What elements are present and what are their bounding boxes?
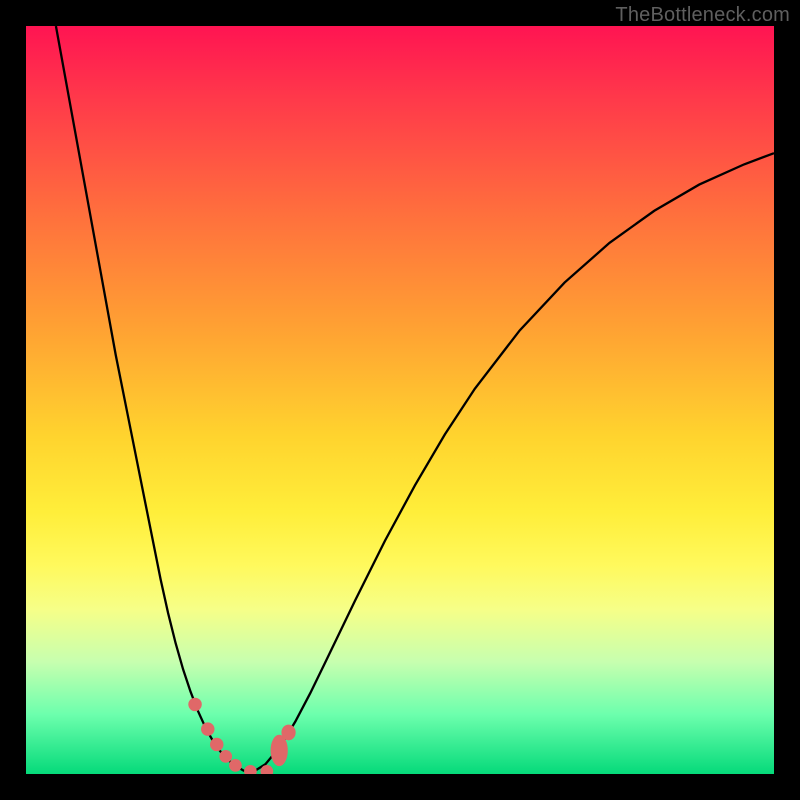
data-marker (210, 738, 223, 751)
marker-group (188, 698, 295, 774)
data-marker (188, 698, 201, 711)
data-marker (229, 759, 242, 772)
plot-area (26, 26, 774, 774)
curve-right (250, 153, 774, 773)
chart-frame: TheBottleneck.com (0, 0, 800, 800)
chart-svg (26, 26, 774, 774)
curve-left (56, 26, 250, 774)
data-marker (201, 722, 214, 735)
data-marker (244, 765, 257, 774)
data-marker (281, 725, 295, 741)
data-marker (271, 735, 288, 766)
data-marker (219, 750, 232, 763)
watermark-text: TheBottleneck.com (615, 4, 790, 27)
